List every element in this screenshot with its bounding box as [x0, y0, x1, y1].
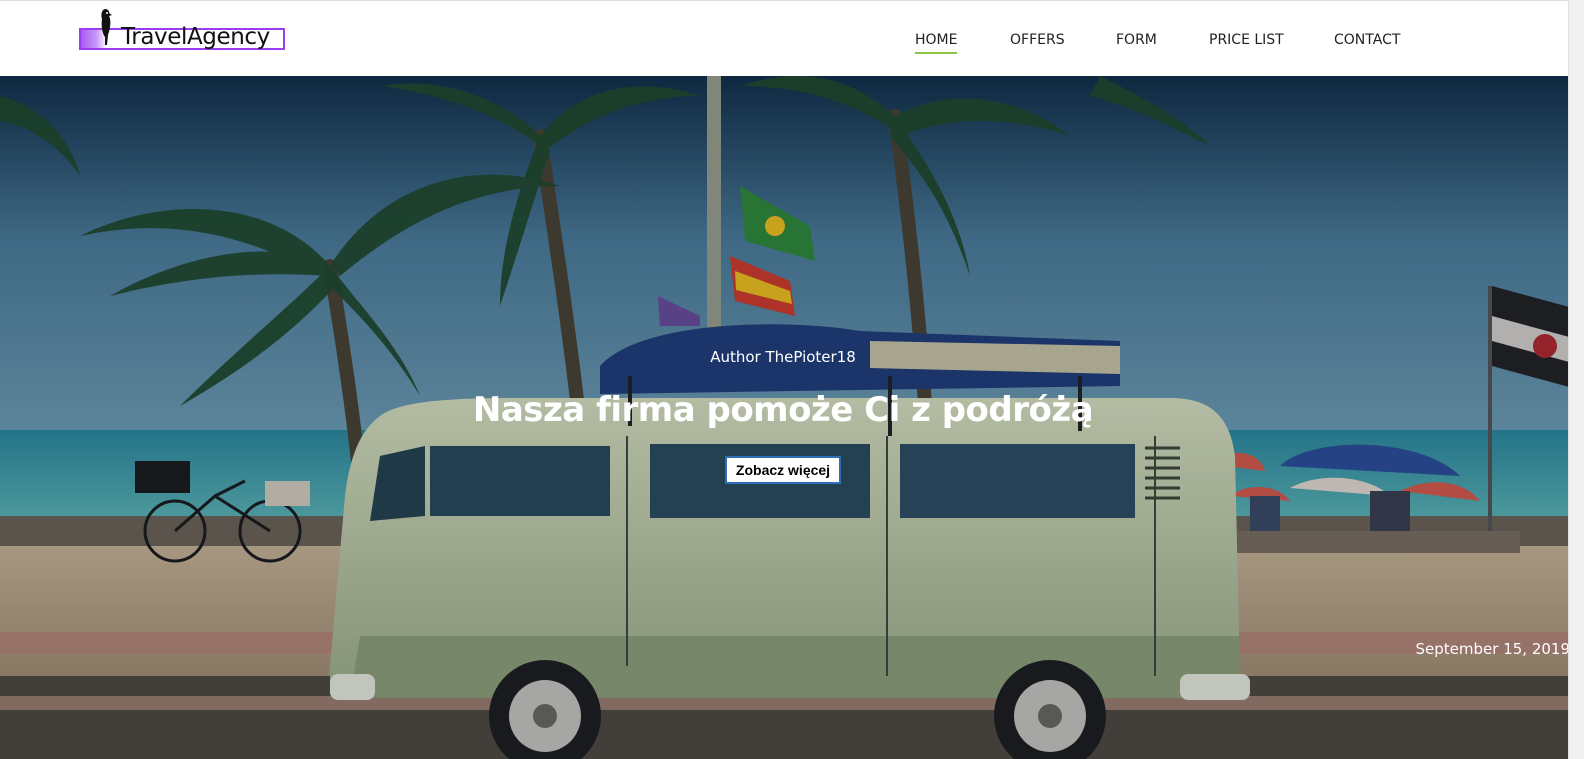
nav-contact[interactable]: CONTACT — [1334, 31, 1400, 49]
page-scrollbar[interactable] — [1568, 0, 1584, 759]
hero-headline: Nasza firma pomoże Ci z podróżą — [472, 390, 1094, 430]
nav-home[interactable]: HOME — [915, 31, 958, 54]
nav-offers[interactable]: OFFERS — [1010, 31, 1065, 49]
main-nav: HOME OFFERS FORM PRICE LIST CONTACT — [0, 31, 1584, 61]
see-more-button[interactable]: Zobacz więcej — [725, 456, 841, 484]
site-header: TravelAgency HOME OFFERS FORM PRICE LIST… — [0, 0, 1584, 76]
nav-form[interactable]: FORM — [1116, 31, 1157, 49]
hero-section: Author ThePioter18 Nasza firma pomoże Ci… — [0, 76, 1584, 759]
post-date: September 15, 2019 — [1415, 640, 1570, 658]
nav-price-list[interactable]: PRICE LIST — [1209, 31, 1284, 49]
post-author: Author ThePioter18 — [710, 348, 856, 366]
